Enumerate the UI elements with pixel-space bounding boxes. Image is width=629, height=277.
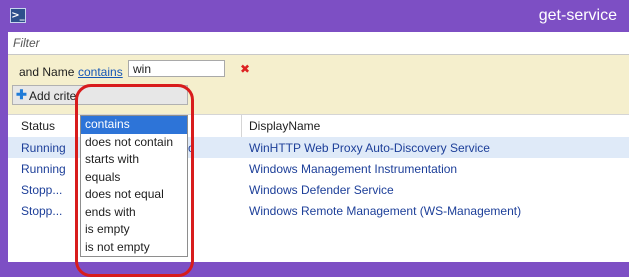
row-display-name: Windows Defender Service bbox=[249, 183, 394, 197]
add-criteria-button[interactable]: ✚ Add crite bbox=[12, 85, 188, 105]
powershell-icon: >_ bbox=[10, 8, 26, 23]
criteria-field-label: and Name bbox=[19, 65, 75, 79]
dropdown-option-is-empty[interactable]: is empty bbox=[81, 221, 187, 239]
column-divider[interactable] bbox=[241, 115, 242, 137]
window-content: Filter and Name contains ✖ ✚ Add crite S… bbox=[8, 32, 629, 277]
dropdown-option-is-not-empty[interactable]: is not empty bbox=[81, 239, 187, 257]
column-header-displayname[interactable]: DisplayName bbox=[249, 119, 320, 133]
dropdown-option-contains[interactable]: contains bbox=[81, 116, 187, 134]
remove-criteria-x-icon[interactable]: ✖ bbox=[240, 62, 250, 76]
dropdown-option-starts-with[interactable]: starts with bbox=[81, 151, 187, 169]
filter-placeholder[interactable]: Filter bbox=[13, 36, 40, 50]
criteria-operator-link[interactable]: contains bbox=[78, 65, 123, 79]
operator-dropdown[interactable]: contains does not contain starts with eq… bbox=[80, 115, 188, 257]
row-display-name: WinHTTP Web Proxy Auto-Discovery Service bbox=[249, 141, 490, 155]
row-status: Running bbox=[21, 141, 66, 155]
column-header-status[interactable]: Status bbox=[21, 119, 55, 133]
row-status: Stopp... bbox=[21, 204, 63, 218]
dropdown-option-does-not-contain[interactable]: does not contain bbox=[81, 134, 187, 152]
add-criteria-label: Add crite bbox=[29, 89, 77, 103]
row-status: Running bbox=[21, 162, 66, 176]
window-title: get-service bbox=[538, 7, 617, 24]
title-bar: >_ get-service bbox=[0, 0, 629, 32]
row-status: Stopp... bbox=[21, 183, 63, 197]
criteria-value-input[interactable] bbox=[128, 60, 225, 77]
dropdown-option-ends-with[interactable]: ends with bbox=[81, 204, 187, 222]
filter-bar[interactable]: Filter bbox=[8, 32, 629, 55]
dropdown-option-equals[interactable]: equals bbox=[81, 169, 187, 187]
plus-icon: ✚ bbox=[16, 87, 27, 102]
row-display-name: Windows Remote Management (WS-Management… bbox=[249, 204, 522, 218]
dropdown-option-does-not-equal[interactable]: does not equal bbox=[81, 186, 187, 204]
row-display-name: Windows Management Instrumentation bbox=[249, 162, 458, 176]
criteria-panel: and Name contains ✖ ✚ Add crite bbox=[8, 55, 629, 114]
